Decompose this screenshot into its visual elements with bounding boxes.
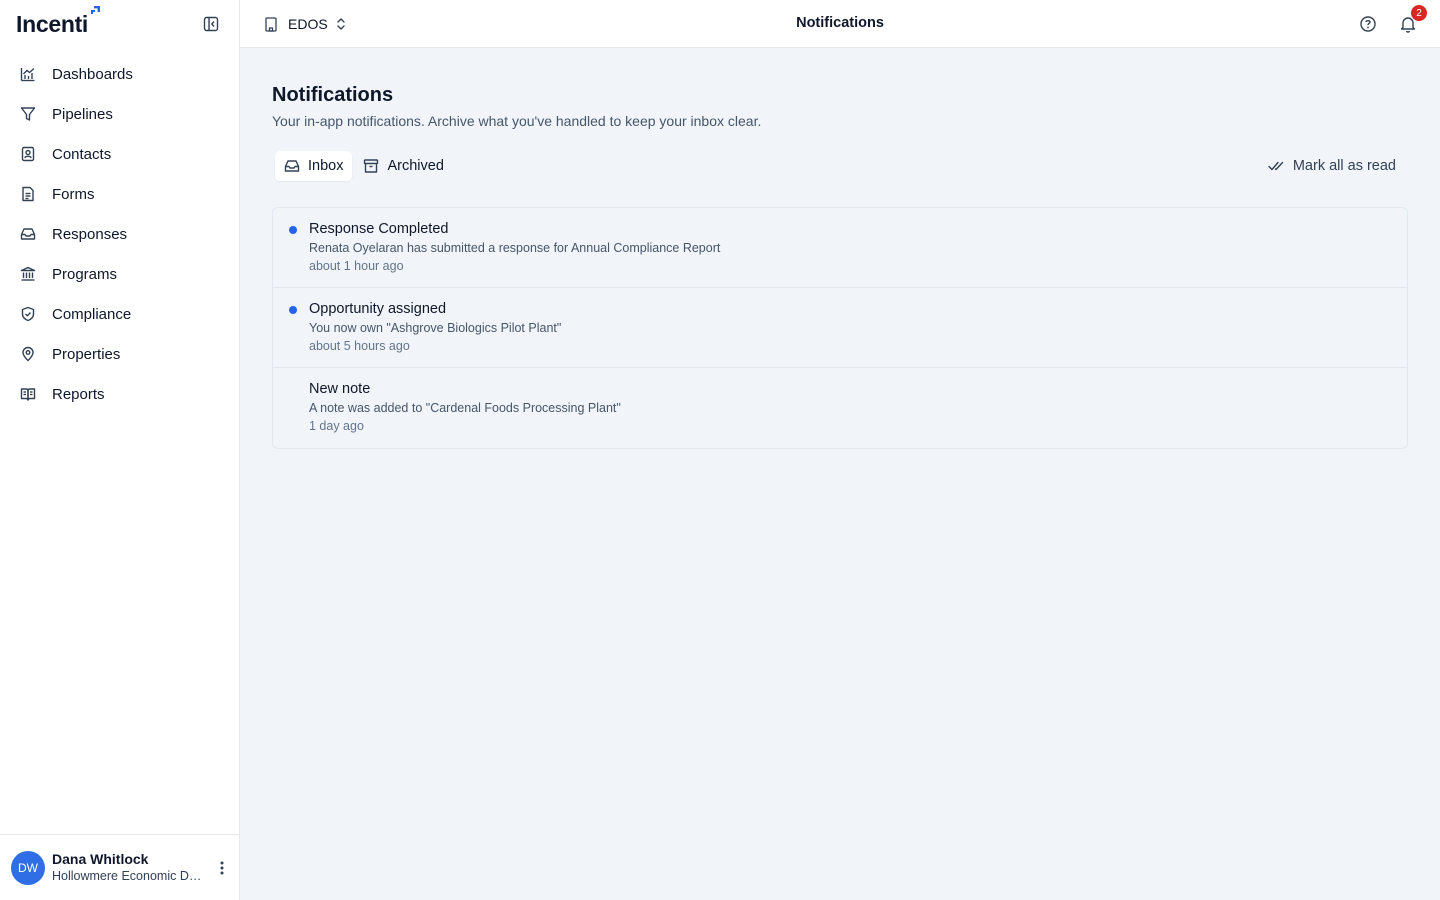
logo[interactable]: Incenti bbox=[16, 5, 101, 38]
sidebar-item-contacts[interactable]: Contacts bbox=[0, 134, 239, 174]
double-check-icon bbox=[1268, 160, 1284, 172]
open-book-icon bbox=[19, 385, 37, 403]
user-menu[interactable]: DW Dana Whitlock Hollowmere Economic Dev… bbox=[0, 834, 239, 900]
page-subtitle: Your in-app notifications. Archive what … bbox=[272, 113, 762, 129]
brand-row: Incenti bbox=[0, 0, 239, 48]
main-content: Notifications Your in-app notifications.… bbox=[272, 48, 1408, 449]
tab-inbox[interactable]: Inbox bbox=[275, 151, 353, 181]
logo-arrow-icon bbox=[91, 5, 101, 14]
sidebar-item-label: Dashboards bbox=[52, 65, 133, 83]
notification-time: about 1 hour ago bbox=[309, 259, 404, 273]
notification-body: A note was added to "Cardenal Foods Proc… bbox=[309, 401, 621, 415]
landmark-icon bbox=[19, 265, 37, 283]
sidebar-item-reports[interactable]: Reports bbox=[0, 374, 239, 414]
mark-all-read-button[interactable]: Mark all as read bbox=[1268, 151, 1396, 181]
document-icon bbox=[19, 185, 37, 203]
page-title: Notifications bbox=[272, 84, 394, 106]
archive-icon bbox=[363, 158, 379, 174]
sidebar-item-label: Contacts bbox=[52, 145, 112, 163]
sidebar-item-label: Reports bbox=[52, 385, 105, 403]
tab-archived[interactable]: Archived bbox=[354, 151, 452, 181]
sidebar-item-label: Responses bbox=[52, 225, 128, 243]
user-info: Dana Whitlock Hollowmere Economic Develo… bbox=[52, 851, 202, 884]
notification-item[interactable]: Response Completed Renata Oyelaran has s… bbox=[273, 208, 1407, 288]
sidebar-item-compliance[interactable]: Compliance bbox=[0, 294, 239, 334]
sidebar-item-label: Forms bbox=[52, 185, 95, 203]
sidebar-item-pipelines[interactable]: Pipelines bbox=[0, 94, 239, 134]
sidebar-item-responses[interactable]: Responses bbox=[0, 214, 239, 254]
notification-count-badge: 2 bbox=[1411, 5, 1427, 21]
sidebar-item-label: Pipelines bbox=[52, 105, 113, 123]
collapse-sidebar-button[interactable] bbox=[201, 14, 221, 34]
sidebar-item-label: Programs bbox=[52, 265, 118, 283]
user-org: Hollowmere Economic Development bbox=[52, 869, 202, 883]
sidebar-item-forms[interactable]: Forms bbox=[0, 174, 239, 214]
contact-book-icon bbox=[19, 145, 37, 163]
sidebar-item-properties[interactable]: Properties bbox=[0, 334, 239, 374]
sidebar-item-dashboards[interactable]: Dashboards bbox=[0, 54, 239, 94]
sidebar-collapse-icon bbox=[203, 16, 219, 32]
user-options-button[interactable] bbox=[212, 858, 232, 878]
sidebar-item-programs[interactable]: Programs bbox=[0, 254, 239, 294]
notification-item[interactable]: Opportunity assigned You now own "Ashgro… bbox=[273, 288, 1407, 368]
sidebar-item-label: Properties bbox=[52, 345, 121, 363]
topbar: EDOS Notifications 2 bbox=[240, 0, 1440, 48]
user-name: Dana Whitlock bbox=[52, 851, 149, 867]
inbox-icon bbox=[284, 158, 300, 174]
notification-time: 1 day ago bbox=[309, 419, 364, 433]
help-circle-icon bbox=[1360, 16, 1376, 32]
logo-text: Incenti bbox=[16, 10, 89, 37]
mark-all-read-label: Mark all as read bbox=[1292, 158, 1396, 174]
unread-dot bbox=[289, 226, 297, 234]
more-vertical-icon bbox=[220, 861, 224, 874]
tab-label: Archived bbox=[387, 158, 444, 174]
notification-body: Renata Oyelaran has submitted a response… bbox=[309, 241, 721, 255]
inbox-icon bbox=[19, 225, 37, 243]
notification-list: Response Completed Renata Oyelaran has s… bbox=[272, 207, 1408, 449]
sidebar: Incenti Dashboards Pipelines Contacts Fo… bbox=[0, 0, 240, 900]
avatar: DW bbox=[11, 850, 45, 885]
notification-title: New note bbox=[309, 381, 371, 397]
notification-time: about 5 hours ago bbox=[309, 339, 410, 353]
tabs-row: Inbox Archived Mark all as read bbox=[272, 151, 1408, 181]
tab-label: Inbox bbox=[308, 158, 344, 174]
shield-check-icon bbox=[19, 305, 37, 323]
funnel-icon bbox=[19, 105, 37, 123]
chart-line-icon bbox=[19, 65, 37, 83]
help-button[interactable] bbox=[1358, 14, 1378, 34]
notification-body: You now own "Ashgrove Biologics Pilot Pl… bbox=[309, 321, 562, 335]
sidebar-item-label: Compliance bbox=[52, 305, 132, 323]
sidebar-nav: Dashboards Pipelines Contacts Forms Resp… bbox=[0, 48, 239, 414]
notification-title: Response Completed bbox=[309, 221, 449, 237]
topbar-title: Notifications bbox=[796, 15, 884, 31]
tabs: Inbox Archived bbox=[275, 151, 455, 181]
notification-title: Opportunity assigned bbox=[309, 301, 447, 317]
map-pin-icon bbox=[19, 345, 37, 363]
unread-dot bbox=[289, 306, 297, 314]
notification-item[interactable]: New note A note was added to "Cardenal F… bbox=[273, 368, 1407, 448]
